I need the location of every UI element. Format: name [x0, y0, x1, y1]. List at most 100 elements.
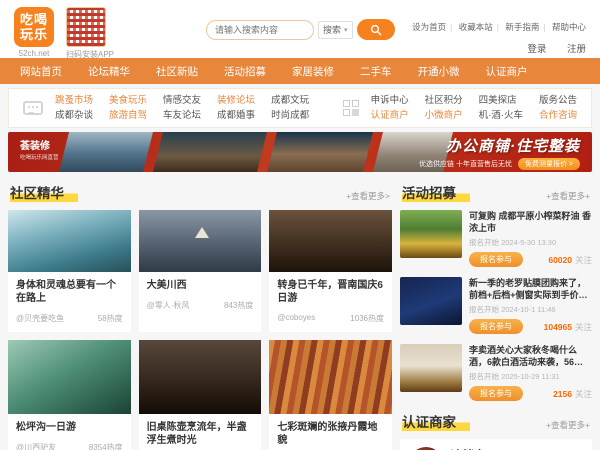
- subnav-wedding[interactable]: 成都婚事: [217, 108, 255, 123]
- auth-links: 登录 注册: [509, 41, 586, 55]
- nav-item-open-micro[interactable]: 开通小微: [418, 64, 460, 79]
- subnav-certified-merchant[interactable]: 认证商户: [371, 108, 409, 123]
- post-card[interactable]: 旧桌陈壶烹流年，半盏浮生煮时光 @煮茶人 724热度: [138, 340, 262, 450]
- activity-photo-wine: [400, 344, 462, 392]
- card-author[interactable]: @贝壳要吃鱼: [16, 313, 64, 324]
- post-card[interactable]: 七彩斑斓的张掖丹霞地貌 @大漠孤烟 732热度: [269, 340, 392, 450]
- merchant-card[interactable]: 凉拌白肉 ✓身份信息 ✓营业执照 吃喝玩乐网直营 荟装修 贴 选择网站直营装修 …: [400, 439, 592, 450]
- register-link[interactable]: 注册: [567, 44, 586, 55]
- subnav-announcements[interactable]: 版务公告: [539, 93, 577, 108]
- subnav-decor-forum[interactable]: 装修论坛: [217, 93, 255, 108]
- subnav-column: 装修论坛 成都婚事: [217, 93, 255, 123]
- subnav-food-fun[interactable]: 美食玩乐: [109, 93, 147, 108]
- link-help-center[interactable]: 帮助中心: [552, 22, 586, 32]
- chevron-down-icon: ▾: [344, 26, 348, 34]
- banner-photo-cityscape: [59, 132, 153, 172]
- subnav-points[interactable]: 社区积分: [425, 93, 463, 108]
- banner-cta-button[interactable]: 免费测量报价 >: [517, 158, 580, 170]
- chat-bubble-icon: [23, 101, 43, 115]
- subnav-antiques[interactable]: 成都文玩: [271, 93, 309, 108]
- activity-item[interactable]: 新一季的老罗贴膜团购来了，前档+后档+侧窗实际到手价700起 报名开始 2024…: [400, 277, 592, 334]
- subnav-friends[interactable]: 情感交友: [163, 93, 201, 108]
- subnav-fashion[interactable]: 时尚成都: [271, 108, 309, 123]
- activity-photo-oil: [400, 210, 462, 258]
- post-card[interactable]: 身体和灵魂总要有一个在路上 @贝壳要吃鱼 58热度: [8, 210, 131, 332]
- subnav-flight-hotel-train[interactable]: 机·酒·火车: [479, 108, 523, 123]
- post-card[interactable]: 大美川西 @零人·秋风 843热度: [138, 210, 262, 332]
- subnav-shop-visits[interactable]: 四美探店: [479, 93, 523, 108]
- activity-title: 李卖酒关心大家秋冬喝什么酒，6款白酒活动来袭，56度高粱酒，知: [469, 345, 584, 367]
- search-input[interactable]: [206, 19, 315, 40]
- qr-caption: 扫码安装APP: [66, 50, 115, 59]
- ad-banner[interactable]: 荟装修 吃喝玩乐网直营 办公商铺·住宅整装 优选供应链 十年直营售后无忧 免费测…: [8, 132, 592, 172]
- card-photo-danxia: [269, 340, 392, 414]
- card-title: 大美川西: [146, 280, 187, 291]
- divider: |: [543, 22, 546, 32]
- qr-code-icon: [66, 7, 106, 47]
- nav-item-home-decor[interactable]: 家居装修: [292, 64, 334, 79]
- site-logo[interactable]: 吃喝 玩乐 52ch.net: [14, 7, 54, 58]
- card-author[interactable]: @零人·秋风: [147, 300, 190, 311]
- activity-date: 报名开始 2024-10-1 11:46: [469, 305, 556, 314]
- search-category-select[interactable]: 搜索 ▾: [318, 20, 353, 39]
- top-utility-links: 设为首页 | 收藏本站 | 新手指南 | 帮助中心: [412, 21, 586, 33]
- subnav-micro-merchant[interactable]: 小微商户: [425, 108, 463, 123]
- subnav-flea-market[interactable]: 跳蚤市场: [55, 93, 93, 108]
- community-section: 社区精华 +查看更多> 身体和灵魂总要有一个在路上 @贝壳要吃鱼 58热度 大美…: [8, 178, 392, 450]
- activity-item[interactable]: 李卖酒关心大家秋冬喝什么酒，6款白酒活动来袭，56度高粱酒，知 报名开始 202…: [400, 344, 592, 401]
- activities-more-link[interactable]: +查看更多+: [546, 190, 590, 202]
- activity-follow-count: 60020 关注: [548, 254, 592, 266]
- search-button[interactable]: [356, 19, 395, 40]
- activity-title: 可复购 成都平原小榨菜籽油 香浓上市: [469, 211, 592, 233]
- nav-item-new-posts[interactable]: 社区新贴: [156, 64, 198, 79]
- subnav-travel-drive[interactable]: 旅游自驾: [109, 108, 147, 123]
- banner-photo-livingroom: [267, 132, 373, 172]
- card-heat: 843热度: [223, 301, 254, 310]
- link-set-homepage[interactable]: 设为首页: [412, 22, 446, 32]
- card-photo-road-sign: [138, 210, 262, 272]
- signup-button[interactable]: 报名参与: [469, 386, 523, 401]
- nav-item-certified-merchants[interactable]: 认证商户: [486, 64, 528, 79]
- merchants-more-link[interactable]: +查看更多+: [546, 419, 590, 431]
- follow-label: 关注: [574, 388, 592, 399]
- link-beginner-guide[interactable]: 新手指南: [505, 22, 539, 32]
- nav-item-used-cars[interactable]: 二手车: [360, 64, 392, 79]
- nav-item-activities[interactable]: 活动招募: [224, 64, 266, 79]
- card-author[interactable]: @coboyes: [277, 313, 315, 324]
- logo-icon: 吃喝 玩乐: [14, 7, 54, 47]
- subnav-column: 成都文玩 时尚成都: [271, 93, 309, 123]
- banner-text: 办公商铺·住宅整装 优选供应链 十年直营售后无忧 免费测量报价 >: [419, 135, 580, 170]
- search-bar: 搜索 ▾: [206, 19, 395, 40]
- subnav-car-forum[interactable]: 车友论坛: [163, 108, 201, 123]
- card-photo-teapot: [138, 340, 262, 414]
- right-sidebar: 活动招募 +查看更多+ 可复购 成都平原小榨菜籽油 香浓上市 报名开始 2024…: [400, 178, 592, 450]
- subnav-column: 社区积分 小微商户: [425, 93, 463, 123]
- login-link[interactable]: 登录: [527, 44, 546, 55]
- signup-button[interactable]: 报名参与: [469, 319, 523, 334]
- subnav-column: 申诉中心 认证商户: [371, 93, 409, 123]
- community-more-link[interactable]: +查看更多>: [346, 190, 390, 202]
- nav-item-forum-digest[interactable]: 论坛精华: [88, 64, 130, 79]
- activity-follow-count: 2156 关注: [553, 388, 592, 400]
- post-card[interactable]: 转身已千年，晋南国庆6日游 @coboyes 1036热度: [269, 210, 392, 332]
- follow-label: 关注: [574, 254, 592, 265]
- post-card[interactable]: 松坪沟一日游 @川西驴友 8354热度: [8, 340, 131, 450]
- card-title: 松坪沟一日游: [16, 422, 76, 433]
- signup-button[interactable]: 报名参与: [469, 252, 523, 267]
- activity-item[interactable]: 可复购 成都平原小榨菜籽油 香浓上市 报名开始 2024-5-30 13:30 …: [400, 210, 592, 267]
- subnav-forum-group: 跳蚤市场 成都杂谈 美食玩乐 旅游自驾 情感交友 车友论坛 装修论坛 成都婚事 …: [23, 93, 325, 123]
- nav-item-home[interactable]: 网站首页: [20, 64, 62, 79]
- activity-date: 报名开始 2025-10-29 11:31: [469, 372, 560, 381]
- logo-line2: 玩乐: [19, 27, 48, 42]
- grid-icon: [342, 100, 359, 116]
- logo-domain: 52ch.net: [18, 49, 50, 58]
- subnav-chengdu-chat[interactable]: 成都杂谈: [55, 108, 93, 123]
- follow-count-number: 2156: [553, 388, 572, 399]
- link-bookmark-site[interactable]: 收藏本站: [459, 22, 493, 32]
- subnav-appeal-center[interactable]: 申诉中心: [371, 93, 409, 108]
- card-title: 旧桌陈壶烹流年，半盏浮生煮时光: [146, 422, 247, 446]
- card-heat: 1036热度: [350, 314, 384, 323]
- subnav-cooperation[interactable]: 合作咨询: [539, 108, 577, 123]
- main-nav: 网站首页 论坛精华 社区新贴 活动招募 家居装修 二手车 开通小微 认证商户: [0, 58, 600, 84]
- card-author[interactable]: @川西驴友: [16, 442, 56, 450]
